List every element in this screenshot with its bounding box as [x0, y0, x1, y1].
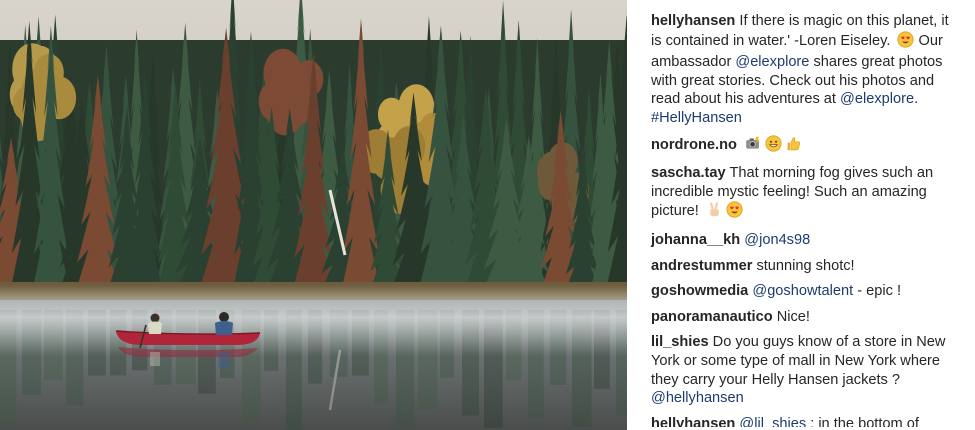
comment-username[interactable]: lil_shies — [651, 334, 709, 350]
comment: johanna__kh @jon4s98 — [651, 231, 959, 250]
camera-flash-icon — [744, 135, 762, 158]
comment: andrestummer stunning shotc! — [651, 257, 959, 276]
post-photo[interactable] — [0, 0, 627, 430]
heart-eyes-icon — [897, 31, 915, 54]
comment-text: stunning shotc! — [752, 257, 855, 274]
victory-hand-icon — [706, 201, 723, 224]
comment: lil_shies Do you guys know of a store in… — [651, 333, 959, 407]
comment-username[interactable]: goshowmedia — [651, 283, 748, 299]
comment: panoramanautico Nice! — [651, 308, 959, 327]
grin-icon — [765, 134, 782, 158]
comment-username[interactable]: panoramanautico — [651, 309, 773, 325]
comment-text: - epic ! — [853, 283, 902, 300]
morning-fog — [0, 286, 627, 356]
hashtag-link[interactable]: #HellyHansen — [651, 110, 742, 126]
heart-eyes-icon — [726, 201, 743, 224]
mention-link[interactable]: @jon4s98 — [744, 232, 810, 248]
mention-link[interactable]: @elexplore — [840, 91, 914, 107]
comment-username[interactable]: sascha.tay — [651, 165, 726, 181]
comment-username[interactable]: andrestummer — [651, 258, 752, 274]
comment-text: . — [914, 91, 919, 108]
mention-link[interactable]: @hellyhansen — [651, 390, 744, 406]
mention-link[interactable]: @goshowtalent — [752, 283, 853, 299]
forest-lake-scene — [0, 0, 627, 430]
comment-text — [737, 137, 741, 153]
comment-username[interactable]: nordrone.no — [651, 137, 737, 153]
post-viewer: hellyhansen If there is magic on this pl… — [0, 0, 975, 430]
comment: sascha.tay That morning fog gives such a… — [651, 164, 959, 224]
comment-username[interactable]: hellyhansen — [651, 13, 735, 29]
comment-username[interactable]: johanna__kh — [651, 232, 740, 248]
comment-text: Nice! — [772, 308, 810, 325]
thumbs-up-icon — [785, 135, 802, 158]
comment: nordrone.no — [651, 134, 959, 158]
comments-list[interactable]: hellyhansen If there is magic on this pl… — [627, 0, 975, 430]
comment: goshowmedia @goshowtalent - epic ! — [651, 282, 959, 301]
comment: hellyhansen If there is magic on this pl… — [651, 12, 959, 128]
mention-link[interactable]: @elexplore — [735, 54, 809, 70]
